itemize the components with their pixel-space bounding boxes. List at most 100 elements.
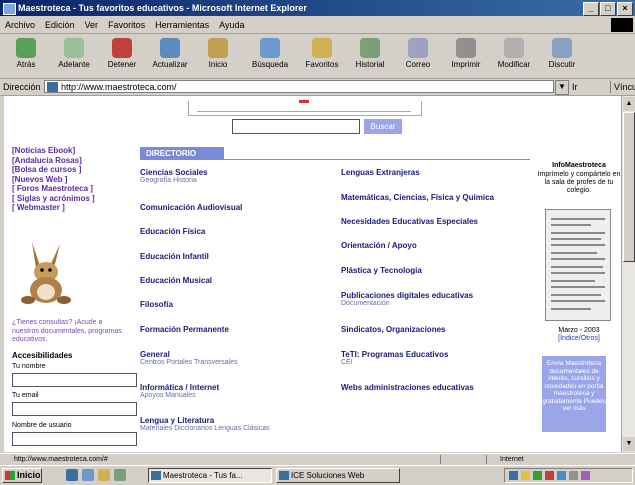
history-button[interactable]: Historial: [348, 36, 392, 76]
start-button[interactable]: Inicio: [2, 468, 42, 483]
address-label: Dirección: [3, 82, 41, 92]
scroll-thumb[interactable]: [623, 112, 635, 262]
history-icon: [360, 38, 380, 58]
username-field[interactable]: [12, 432, 137, 446]
nav-link[interactable]: [ Siglas y acrónimos ]: [12, 194, 122, 204]
name-field[interactable]: [12, 373, 137, 387]
tray-icon[interactable]: [545, 471, 554, 480]
maximize-button[interactable]: □: [600, 2, 616, 16]
tray-icon[interactable]: [533, 471, 542, 480]
quicklaunch-outlook-icon[interactable]: [82, 469, 94, 481]
nav-link[interactable]: [Bolsa de cursos ]: [12, 165, 122, 175]
taskbar-task-maestroteca[interactable]: Maestroteca - Tus fa...: [148, 468, 272, 483]
menu-herramientas[interactable]: Herramientas: [150, 17, 214, 33]
category-link[interactable]: Informática / Internet: [140, 383, 219, 392]
refresh-button[interactable]: Actualizar: [148, 36, 192, 76]
newsletter-link[interactable]: [Índice/Otros]: [537, 335, 621, 342]
window-titlebar[interactable]: Maestroteca - Tus favoritos educativos -…: [0, 0, 635, 16]
nav-link[interactable]: [Noticias Ebook]: [12, 146, 122, 156]
menu-favoritos[interactable]: Favoritos: [103, 17, 150, 33]
left-nav: [Noticias Ebook] [Andalucía Rosas] [Bols…: [12, 146, 122, 213]
category-link[interactable]: Plástica y Tecnología: [341, 266, 422, 275]
nav-link[interactable]: [Andalucía Rosas]: [12, 156, 122, 166]
menu-edicion[interactable]: Edición: [40, 17, 80, 33]
tray-icon[interactable]: [509, 471, 518, 480]
address-input[interactable]: http://www.maestroteca.com/: [44, 80, 554, 93]
vertical-scrollbar[interactable]: ▲ ▼: [621, 96, 635, 452]
category-link[interactable]: Educación Infantil: [140, 252, 209, 261]
category-link[interactable]: Educación Musical: [140, 276, 212, 285]
status-bar: http://www.maestroteca.com/# Internet: [0, 453, 635, 465]
links-button[interactable]: Vínculos: [610, 81, 635, 93]
promo-box[interactable]: Envía Maestroteca documentales de interé…: [542, 356, 606, 432]
category-link[interactable]: Matemáticas, Ciencias, Física y Química: [341, 193, 494, 202]
close-button[interactable]: ×: [617, 2, 633, 16]
print-button[interactable]: Imprimir: [444, 36, 488, 76]
category-link[interactable]: Filosofía: [140, 300, 173, 309]
category-sub[interactable]: Materiales Diccionarios Lenguas Clásicas: [140, 425, 270, 433]
category-sub[interactable]: Documentación: [341, 300, 390, 308]
status-text: http://www.maestroteca.com/#: [14, 456, 108, 463]
newsletter-title: InfoMaestroteca: [552, 162, 606, 169]
category-link[interactable]: Formación Permanente: [140, 325, 229, 334]
tray-icon[interactable]: [557, 471, 566, 480]
discuss-button[interactable]: Discutir: [540, 36, 584, 76]
search-toolbar-button[interactable]: Búsqueda: [248, 36, 292, 76]
nav-link[interactable]: [ Foros Maestroteca ]: [12, 184, 122, 194]
tray-icon[interactable]: [569, 471, 578, 480]
favorites-button[interactable]: Favoritos: [300, 36, 344, 76]
ie-icon: [279, 471, 289, 480]
category-link[interactable]: TeTI: Programas Educativos: [341, 350, 448, 359]
category-link[interactable]: Necesidades Educativas Especiales: [341, 217, 478, 226]
email-field[interactable]: [12, 402, 137, 416]
forum-promo-text[interactable]: ¿Tienes consultas? ¡Acude a nuestros doc…: [12, 319, 124, 345]
stop-button[interactable]: Detener: [100, 36, 144, 76]
nav-link[interactable]: [Nuevos Web ]: [12, 175, 122, 185]
stop-icon: [112, 38, 132, 58]
category-link[interactable]: Lengua y Literatura: [140, 416, 214, 425]
category-link[interactable]: Webs administraciones educativas: [341, 383, 474, 392]
category-link[interactable]: Publicaciones digitales educativas: [341, 291, 473, 300]
newsletter-thumbnail[interactable]: [545, 209, 611, 321]
username-label: Nombre de usuario: [12, 422, 72, 429]
nav-link[interactable]: [ Webmaster ]: [12, 203, 122, 213]
email-label: Tu email: [12, 392, 39, 399]
category-link[interactable]: General: [140, 350, 170, 359]
category-link[interactable]: Comunicación Audiovisual: [140, 203, 242, 212]
menu-ayuda[interactable]: Ayuda: [214, 17, 249, 33]
quicklaunch-channel-icon[interactable]: [114, 469, 126, 481]
edit-button[interactable]: Modificar: [492, 36, 536, 76]
category-link[interactable]: Lenguas Extranjeras: [341, 168, 420, 177]
go-button[interactable]: Ir: [572, 81, 578, 93]
address-dropdown-icon[interactable]: ▼: [555, 80, 569, 95]
page-icon: [47, 82, 58, 92]
browser-toolbar: Atrás Adelante Detener Actualizar Inicio…: [0, 34, 635, 79]
scroll-down-icon[interactable]: ▼: [623, 437, 635, 451]
quicklaunch-ie-icon[interactable]: [66, 469, 78, 481]
name-label: Tu nombre: [12, 363, 46, 370]
minimize-button[interactable]: _: [583, 2, 599, 16]
site-search-input[interactable]: [232, 119, 360, 134]
quicklaunch-desktop-icon[interactable]: [98, 469, 110, 481]
category-link[interactable]: Educación Física: [140, 227, 205, 236]
tray-icon[interactable]: [521, 471, 530, 480]
category-link[interactable]: Orientación / Apoyo: [341, 241, 417, 250]
category-sub[interactable]: Geografía Historia: [140, 177, 197, 185]
site-search-button[interactable]: Buscar: [364, 119, 402, 134]
category-link[interactable]: Sindicatos, Organizaciones: [341, 325, 445, 334]
back-button[interactable]: Atrás: [4, 36, 48, 76]
category-sub[interactable]: Apoyos Manuales: [140, 392, 196, 400]
home-button[interactable]: Inicio: [196, 36, 240, 76]
category-sub[interactable]: CEI: [341, 359, 353, 367]
category-link[interactable]: Ciencias Sociales: [140, 168, 208, 177]
forward-button[interactable]: Adelante: [52, 36, 96, 76]
edit-page-icon: [504, 38, 524, 58]
menu-ver[interactable]: Ver: [80, 17, 104, 33]
menu-archivo[interactable]: Archivo: [0, 17, 40, 33]
tray-icon[interactable]: [581, 471, 590, 480]
category-sub[interactable]: Centros Portales Transversales: [140, 359, 238, 367]
mail-icon: [408, 38, 428, 58]
scroll-up-icon[interactable]: ▲: [623, 97, 635, 111]
mail-button[interactable]: Correo: [396, 36, 440, 76]
taskbar-task-ice[interactable]: ICE Soluciones Web: [276, 468, 400, 483]
